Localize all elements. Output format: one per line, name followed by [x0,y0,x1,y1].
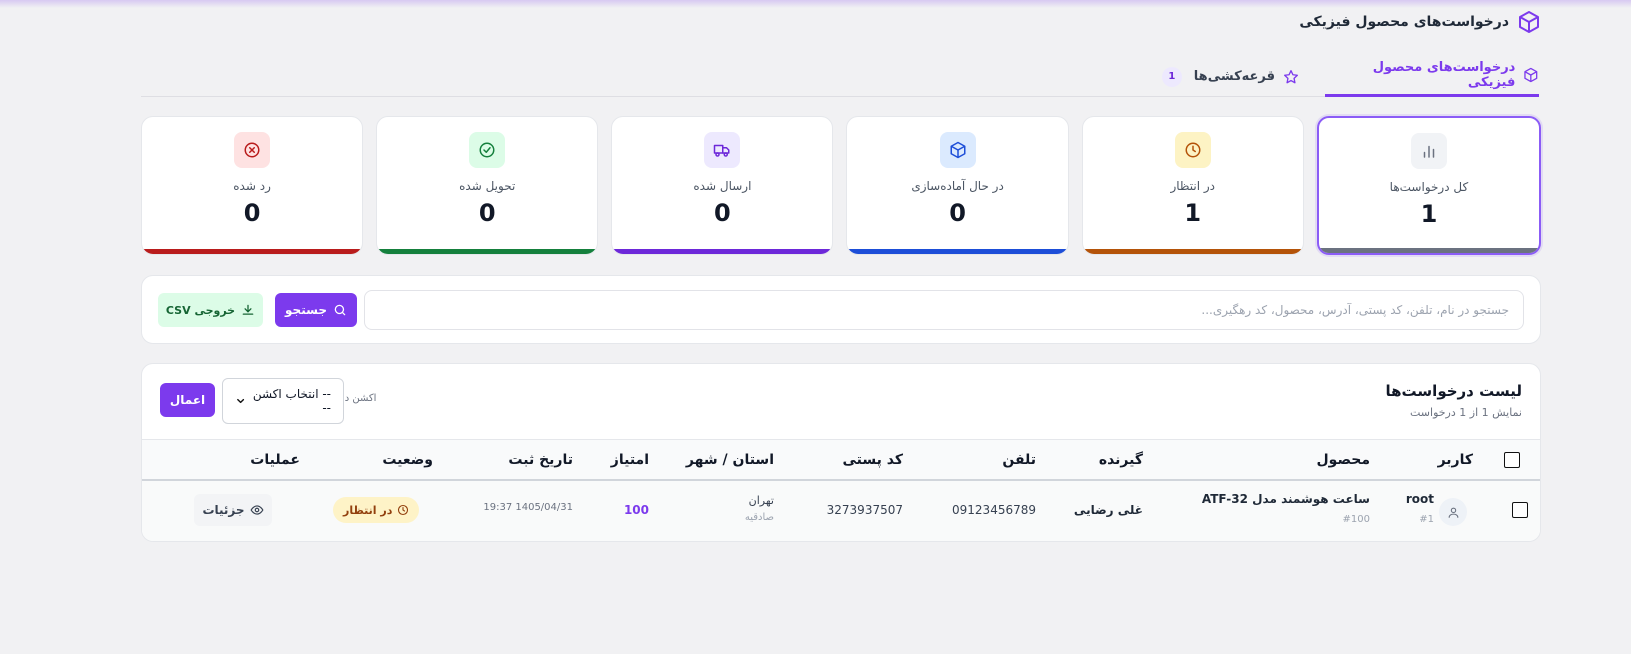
postal-code: 3273937507 [826,503,903,517]
search-input[interactable] [364,290,1524,330]
product-name: ساعت هوشمند مدل ATF-32 [1201,492,1370,506]
package-icon [1519,11,1539,33]
submit-date: 19:37 1405/04/31 [483,502,573,513]
top-accent-glow [0,0,1631,8]
bar-chart-icon [1423,145,1435,158]
search-panel: جستجو خروجی CSV [141,275,1541,344]
stat-value: 0 [714,199,731,227]
page-title: درخواست‌های محصول فیزیکی [1299,14,1509,30]
select-all-checkbox[interactable] [1504,452,1520,468]
tab-label: درخواست‌های محصول فیزیکی [1372,60,1516,90]
requests-table-panel: لیست درخواست‌ها نمایش 1 از 1 درخواست اکش… [141,363,1541,542]
details-button[interactable]: جزئیات [194,494,272,526]
search-icon [334,304,346,316]
table-header: کاربر محصول گیرنده تلفن کد پستی استان / … [142,439,1540,481]
column-header-date: تاریخ ثبت [508,452,573,468]
stat-card-delivered[interactable]: تحویل شده 0 [376,116,599,255]
check-circle-icon [479,142,495,158]
stat-value: 0 [478,199,496,227]
stat-label: در حال آماده‌سازی [911,179,1004,193]
star-icon [1284,69,1298,83]
row-checkbox[interactable] [1512,502,1528,518]
recipient-name: غلی رضایی [1073,503,1143,517]
tab-label: قرعه‌کشی‌ها [1193,69,1275,84]
stat-card-pending[interactable]: در انتظار 1 [1081,116,1304,255]
stat-label: ارسال شده [693,179,752,193]
column-header-postal-code: کد پستی [842,452,903,468]
column-header-recipient: گیرنده [1098,452,1143,468]
stat-color-bar [377,249,598,254]
download-icon [242,304,254,315]
stat-icon-box [234,132,271,168]
stat-card-rejected[interactable]: رد شده 0 [140,116,364,255]
truck-icon [714,144,730,157]
phone-number: 09123456789 [952,503,1036,517]
details-label: جزئیات [202,503,245,517]
apply-bulk-action-button[interactable]: اعمال [160,383,215,417]
tab-physical-requests[interactable]: درخواست‌های محصول فیزیکی [1325,56,1539,97]
column-header-product: محصول [1316,452,1370,468]
clock-icon [398,504,409,516]
stat-card-preparing[interactable]: در حال آماده‌سازی 0 [846,116,1069,255]
table-row: root #1 ساعت هوشمند مدل ATF-32 #100 غلی … [142,481,1540,541]
export-csv-label: خروجی CSV [165,303,236,317]
avatar [1439,498,1467,526]
stat-color-bar [612,249,833,254]
column-header-phone: تلفن [1002,452,1036,468]
eye-icon [250,505,264,515]
province: تهران [748,494,774,507]
stat-label: رد شده [233,179,271,193]
product-id: #100 [1342,514,1370,525]
stat-icon-box [1174,132,1211,168]
city: صادقیه [744,512,774,523]
column-header-points: امتیاز [610,452,649,468]
page-header: درخواست‌های محصول فیزیکی [1299,10,1541,34]
status-badge: در انتظار [333,497,420,523]
stat-color-bar [141,249,363,254]
stat-label: کل درخواست‌ها [1389,180,1469,194]
stat-icon-box [469,132,506,168]
stat-icon-box [939,132,976,168]
user-name: root [1405,492,1434,506]
stat-value: 1 [1184,199,1202,227]
tab-lotteries[interactable]: قرعه‌کشی‌ها 1 [1161,56,1299,97]
stat-icon-box [1410,133,1447,169]
search-button[interactable]: جستجو [275,293,357,327]
chevron-down-icon [237,398,245,404]
points-value: 100 [623,503,649,517]
tab-count-badge: 1 [1161,66,1182,87]
package-icon [1524,67,1538,83]
stat-color-bar [1082,249,1303,254]
stat-color-bar [1318,248,1539,253]
stat-value: 1 [1420,200,1438,228]
stat-card-total[interactable]: کل درخواست‌ها 1 [1316,116,1541,255]
stat-value: 0 [949,199,966,227]
list-title: لیست درخواست‌ها [1385,382,1522,400]
list-subtitle: نمایش 1 از 1 درخواست [1410,406,1522,419]
column-header-user: کاربر [1437,452,1473,468]
export-csv-button[interactable]: خروجی CSV [158,293,263,327]
clock-icon [1185,142,1201,158]
search-button-label: جستجو [285,303,327,317]
stat-label: تحویل شده [459,179,516,193]
package-icon [950,141,966,159]
user-id: #1 [1419,514,1434,525]
bulk-action-value: -- انتخاب اکشن -- [252,387,331,415]
stat-icon-box [704,132,741,168]
stat-color-bar [847,249,1068,254]
stat-card-shipped[interactable]: ارسال شده 0 [611,116,834,255]
column-header-province-city: استان / شهر [685,452,774,468]
user-icon [1448,507,1458,518]
column-header-status: وضعیت [382,452,433,468]
x-circle-icon [244,142,260,158]
stat-value: 0 [243,199,261,227]
status-label: در انتظار [343,503,393,517]
bulk-action-select[interactable]: -- انتخاب اکشن -- [222,378,344,424]
stat-label: در انتظار [1170,179,1216,193]
column-header-actions: عملیات [250,452,300,468]
tab-bar: درخواست‌های محصول فیزیکی قرعه‌کشی‌ها 1 [141,56,1539,97]
stats-cards: کل درخواست‌ها 1 در انتظار 1 در حال آماده… [140,116,1541,255]
